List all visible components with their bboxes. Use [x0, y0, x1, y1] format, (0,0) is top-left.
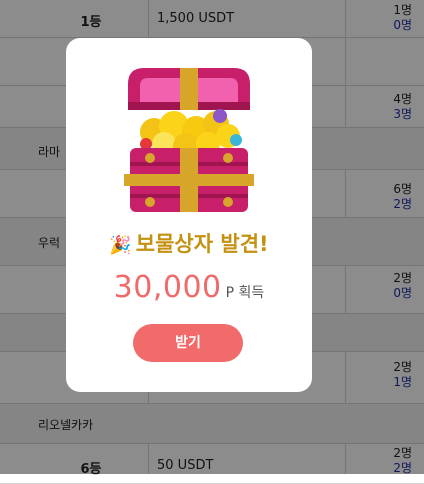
modal-title-text: 보물상자 발견!: [135, 232, 269, 256]
reward-amount-unit: P 획득: [225, 285, 265, 301]
modal-title: 🎉 보물상자 발견!: [66, 228, 312, 258]
reward-modal: 🎉 보물상자 발견! 30,000 P 획득 받기: [66, 38, 312, 392]
party-popper-icon: 🎉: [109, 235, 132, 256]
receive-button[interactable]: 받기: [133, 324, 243, 362]
reward-amount: 30,000 P 획득: [66, 270, 312, 305]
treasure-chest-icon: [124, 68, 254, 212]
reward-amount-value: 30,000: [113, 270, 222, 305]
